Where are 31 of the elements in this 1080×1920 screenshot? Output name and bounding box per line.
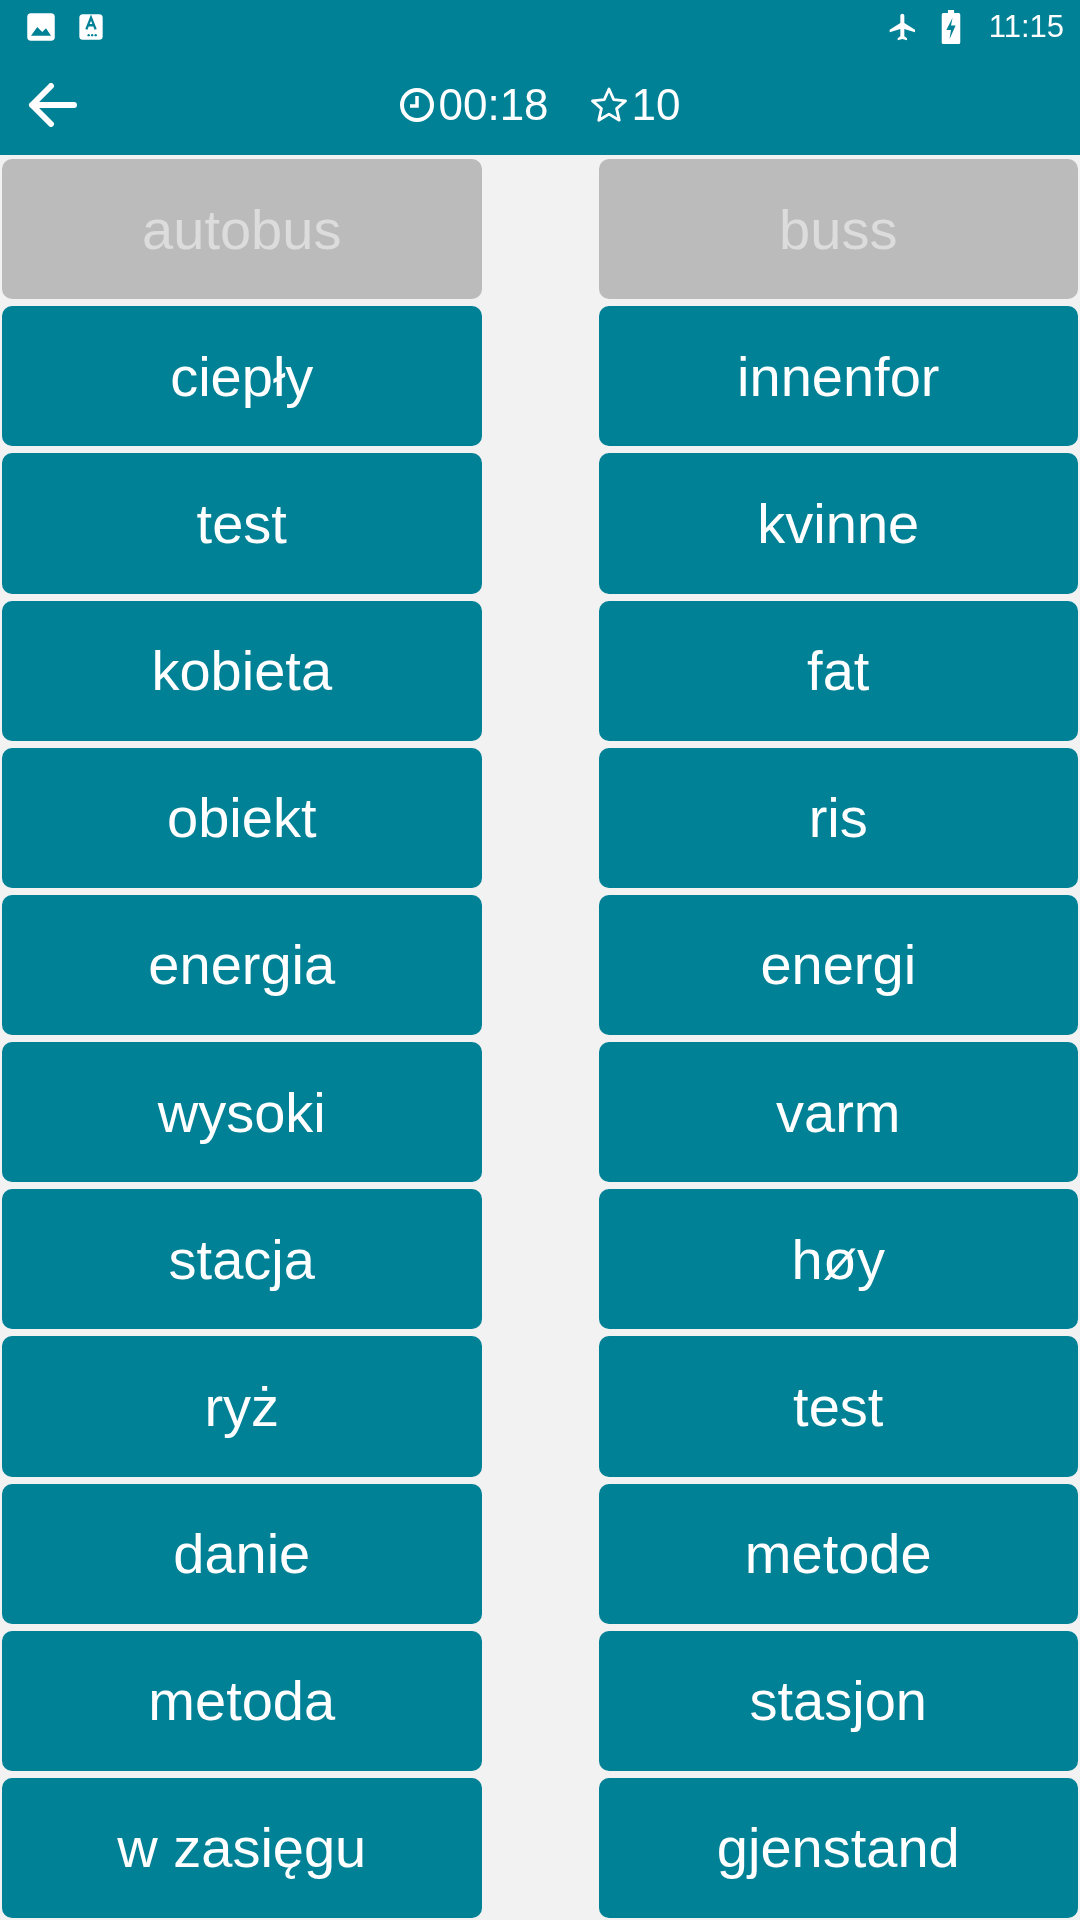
- star-icon: [588, 85, 629, 124]
- word-tile[interactable]: obiekt: [2, 747, 482, 888]
- word-tile[interactable]: wysoki: [2, 1042, 482, 1183]
- clock-icon: [399, 86, 436, 123]
- word-tile[interactable]: metode: [598, 1483, 1078, 1624]
- word-tile[interactable]: innenfor: [598, 306, 1078, 447]
- app-notification-icon: [78, 13, 104, 41]
- word-tile[interactable]: metoda: [2, 1630, 482, 1771]
- word-tile[interactable]: test: [598, 1336, 1078, 1477]
- word-tile[interactable]: ris: [598, 747, 1078, 888]
- status-time: 11:15: [988, 9, 1064, 45]
- word-tile[interactable]: energi: [598, 894, 1078, 1036]
- word-tile[interactable]: kobieta: [2, 600, 482, 741]
- timer-text: 00:18: [438, 79, 549, 130]
- word-tile[interactable]: energia: [2, 894, 482, 1036]
- score-text: 10: [631, 79, 681, 130]
- word-tile[interactable]: gjenstand: [598, 1777, 1078, 1919]
- back-arrow-icon: [27, 82, 77, 127]
- word-tile[interactable]: ciepły: [2, 306, 482, 447]
- word-tile[interactable]: stacja: [2, 1189, 482, 1330]
- word-tile[interactable]: varm: [598, 1042, 1078, 1183]
- word-tile[interactable]: danie: [2, 1483, 482, 1624]
- word-tile[interactable]: w zasięgu: [2, 1777, 482, 1919]
- word-tile[interactable]: fat: [598, 600, 1078, 741]
- battery-charging-icon: [940, 10, 961, 44]
- word-tile[interactable]: test: [2, 453, 482, 594]
- word-tile[interactable]: høy: [598, 1189, 1078, 1330]
- word-tile[interactable]: kvinne: [598, 453, 1078, 594]
- image-icon: [26, 12, 56, 42]
- word-tile[interactable]: stasjon: [598, 1630, 1078, 1771]
- word-tile[interactable]: ryż: [2, 1336, 482, 1477]
